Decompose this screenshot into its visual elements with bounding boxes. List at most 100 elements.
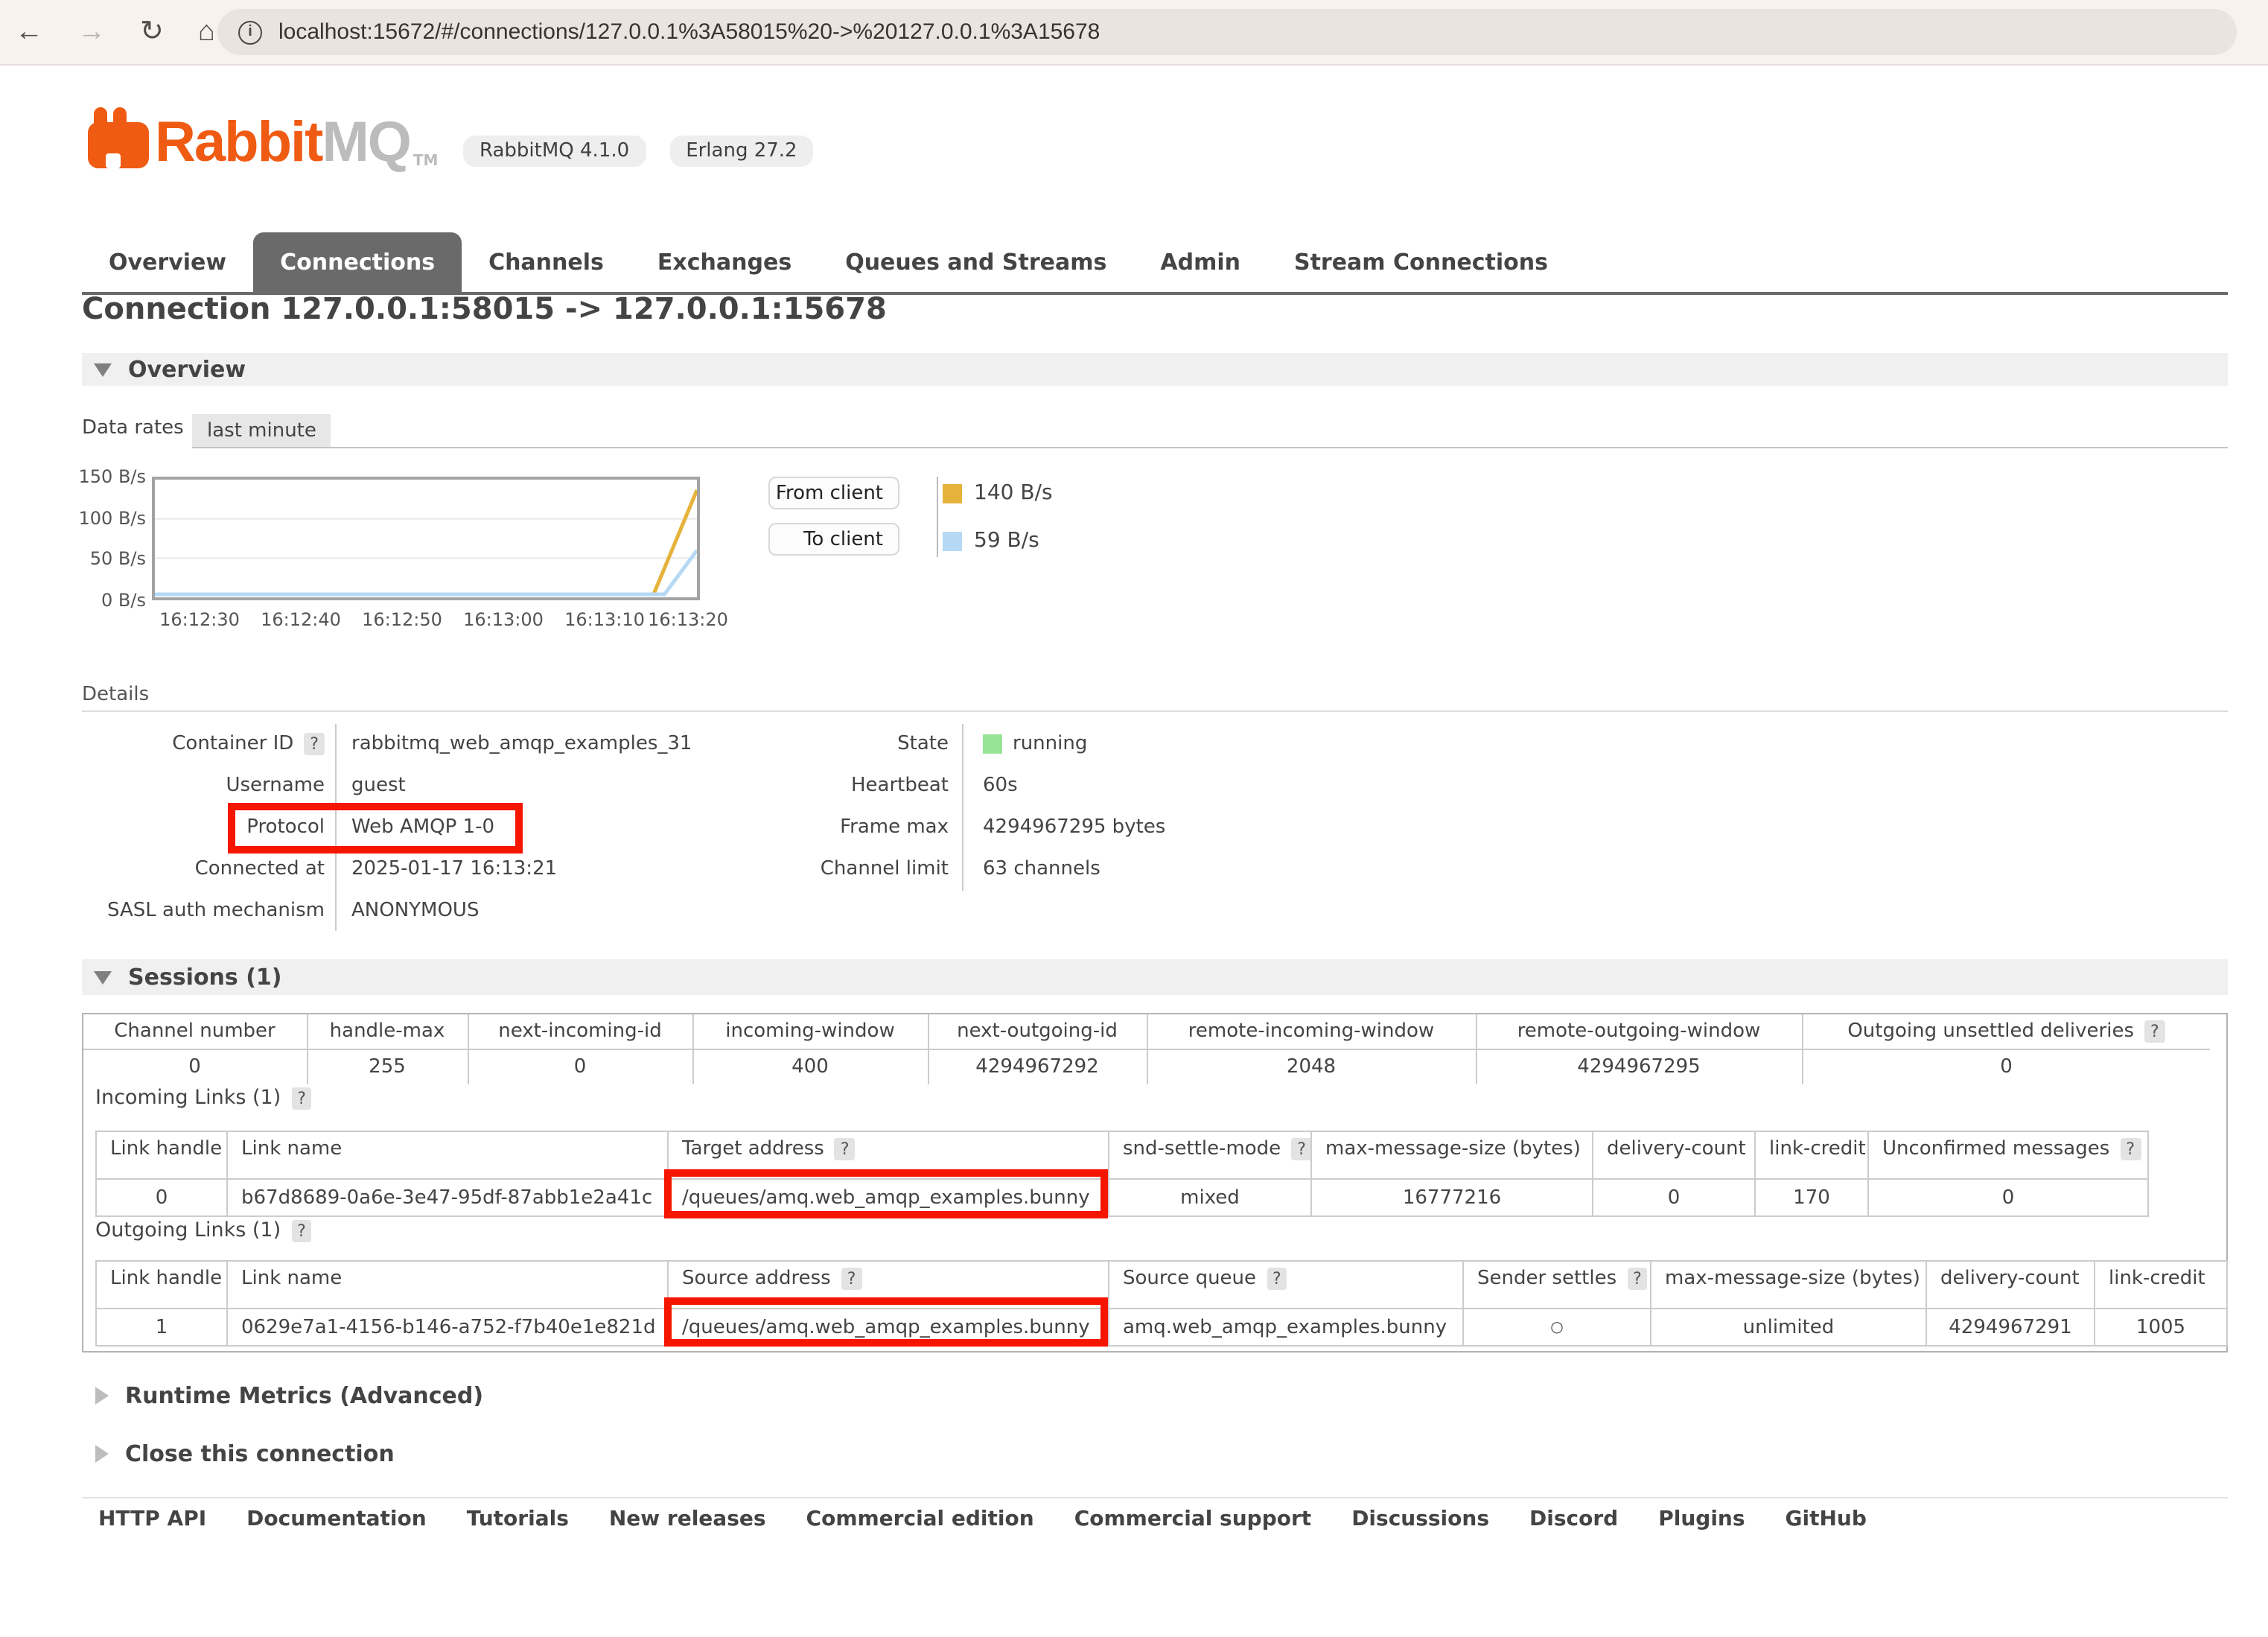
running-status-swatch — [983, 734, 1002, 753]
x-axis: 16:12:30 16:12:40 16:12:50 16:13:00 16:1… — [152, 609, 700, 630]
y-axis-label: 150 B/s — [60, 466, 146, 487]
footer-rule — [82, 1497, 2228, 1498]
outgoing-links-value-row: 1 0629e7a1-4156-b146-a752-f7b40e1e821d /… — [96, 1309, 2227, 1346]
rabbitmq-management-page: ← → ↻ ⌂ i localhost:15672/#/connections/… — [0, 0, 2268, 1637]
help-icon[interactable]: ? — [291, 1087, 312, 1109]
x-axis-label: 16:12:30 — [152, 609, 247, 630]
legend-entry-from-client: 140 B/s — [943, 481, 1053, 505]
data-rates-label: Data rates — [82, 417, 184, 439]
tab-queues-and-streams[interactable]: Queues and Streams — [818, 232, 1133, 292]
url-text: localhost:15672/#/connections/127.0.0.1%… — [278, 19, 1100, 45]
footer-link-commercial-support[interactable]: Commercial support — [1074, 1507, 1312, 1531]
legend-entry-to-client: 59 B/s — [943, 529, 1039, 553]
version-badges: RabbitMQ 4.1.0 Erlang 27.2 — [463, 136, 814, 167]
footer-link-documentation[interactable]: Documentation — [246, 1507, 427, 1531]
browser-toolbar: ← → ↻ ⌂ i localhost:15672/#/connections/… — [0, 0, 2268, 66]
tab-connections[interactable]: Connections — [253, 232, 462, 292]
to-client-swatch — [943, 531, 962, 550]
details-title: Details — [82, 684, 149, 706]
detail-row-channel-limit: Channel limit 63 channels — [730, 848, 1564, 889]
help-icon[interactable]: ? — [841, 1268, 862, 1290]
url-bar[interactable]: i localhost:15672/#/connections/127.0.0.… — [217, 9, 2237, 55]
chart-line-from-client — [155, 490, 697, 594]
data-rates-chart — [152, 477, 700, 600]
back-icon[interactable]: ← — [15, 18, 43, 46]
forward-icon[interactable]: → — [77, 18, 106, 46]
home-icon[interactable]: ⌂ — [198, 18, 215, 46]
section-runtime-metrics[interactable]: Runtime Metrics (Advanced) — [95, 1382, 483, 1409]
chevron-down-icon — [94, 970, 112, 984]
chevron-right-icon — [95, 1445, 109, 1463]
chevron-down-icon — [94, 363, 112, 376]
logo-text: RabbitMQ — [155, 115, 410, 171]
tab-admin[interactable]: Admin — [1133, 232, 1267, 292]
rabbitmq-version-badge: RabbitMQ 4.1.0 — [463, 136, 646, 167]
help-icon[interactable]: ? — [2120, 1138, 2141, 1160]
x-axis-label: 16:13:20 — [640, 609, 736, 630]
state-value: running — [1013, 732, 1087, 754]
trademark-label: TM — [413, 153, 439, 170]
detail-row-heartbeat: Heartbeat 60s — [730, 764, 1564, 806]
help-icon[interactable]: ? — [1627, 1268, 1648, 1290]
help-icon[interactable]: ? — [304, 732, 325, 754]
time-range-selector[interactable]: last minute — [192, 414, 331, 447]
help-icon[interactable]: ? — [1291, 1138, 1311, 1160]
sessions-panel: Channel number handle-max next-incoming-… — [82, 1013, 2228, 1352]
to-client-rate: 59 B/s — [974, 529, 1039, 553]
details-right-table: State running Heartbeat 60s Frame max 42… — [730, 722, 1564, 889]
outgoing-links-title: Outgoing Links (1)? — [95, 1218, 312, 1242]
x-axis-label: 16:12:40 — [253, 609, 348, 630]
footer-link-plugins[interactable]: Plugins — [1658, 1507, 1745, 1531]
footer-link-tutorials[interactable]: Tutorials — [467, 1507, 569, 1531]
x-axis-label: 16:13:00 — [456, 609, 551, 630]
session-table: Channel number handle-max next-incoming-… — [83, 1014, 2210, 1084]
from-client-swatch — [943, 483, 962, 503]
data-rates-rule — [192, 447, 2228, 448]
help-icon[interactable]: ? — [291, 1219, 312, 1242]
footer-links: HTTP API Documentation Tutorials New rel… — [98, 1507, 1867, 1531]
help-icon[interactable]: ? — [1267, 1268, 1287, 1290]
incoming-links-header-row: Link handle Link name Target address? sn… — [96, 1131, 2148, 1179]
tab-overview[interactable]: Overview — [82, 232, 253, 292]
incoming-links-table: Link handle Link name Target address? sn… — [95, 1131, 2149, 1217]
x-axis-label: 16:12:50 — [354, 609, 450, 630]
legend-divider — [937, 477, 938, 557]
details-right-divider — [962, 724, 963, 891]
session-table-value-row: 0 255 0 400 4294967292 2048 4294967295 0 — [83, 1049, 2210, 1084]
y-axis-label: 0 B/s — [60, 590, 146, 611]
footer-link-discord[interactable]: Discord — [1529, 1507, 1618, 1531]
footer-link-github[interactable]: GitHub — [1786, 1507, 1867, 1531]
rabbit-icon — [88, 107, 149, 171]
outgoing-links-header-row: Link handle Link name Source address? So… — [96, 1261, 2227, 1309]
footer-link-discussions[interactable]: Discussions — [1351, 1507, 1489, 1531]
sessions-section-header[interactable]: Sessions (1) — [82, 959, 2228, 995]
footer-link-commercial-edition[interactable]: Commercial edition — [806, 1507, 1034, 1531]
overview-section-header[interactable]: Overview — [82, 353, 2228, 386]
site-info-icon[interactable]: i — [238, 20, 262, 44]
y-axis-label: 100 B/s — [60, 508, 146, 529]
reload-icon[interactable]: ↻ — [140, 18, 164, 46]
help-icon[interactable]: ? — [2144, 1020, 2165, 1043]
footer-link-http-api[interactable]: HTTP API — [98, 1507, 206, 1531]
from-client-rate: 140 B/s — [974, 481, 1053, 505]
details-rule — [82, 711, 2228, 712]
session-table-header-row: Channel number handle-max next-incoming-… — [83, 1014, 2210, 1049]
x-axis-label: 16:13:10 — [557, 609, 652, 630]
legend-to-client-button[interactable]: To client — [768, 523, 899, 556]
section-close-connection[interactable]: Close this connection — [95, 1440, 395, 1467]
legend-from-client-button[interactable]: From client — [768, 477, 899, 509]
footer-link-new-releases[interactable]: New releases — [609, 1507, 766, 1531]
erlang-version-badge: Erlang 27.2 — [669, 136, 813, 167]
rabbitmq-logo[interactable]: RabbitMQ TM — [88, 107, 438, 171]
incoming-links-title: Incoming Links (1)? — [95, 1086, 312, 1110]
detail-row-sasl: SASL auth mechanism ANONYMOUS — [82, 889, 871, 931]
tab-stream-connections[interactable]: Stream Connections — [1267, 232, 1575, 292]
chart-line-to-client — [155, 550, 697, 594]
details-left-divider — [335, 724, 337, 931]
outgoing-links-table: Link handle Link name Source address? So… — [95, 1260, 2228, 1347]
tab-channels[interactable]: Channels — [462, 232, 631, 292]
help-icon[interactable]: ? — [835, 1138, 856, 1160]
detail-row-frame-max: Frame max 4294967295 bytes — [730, 806, 1564, 848]
main-nav-tabs: Overview Connections Channels Exchanges … — [82, 232, 2228, 295]
tab-exchanges[interactable]: Exchanges — [631, 232, 818, 292]
